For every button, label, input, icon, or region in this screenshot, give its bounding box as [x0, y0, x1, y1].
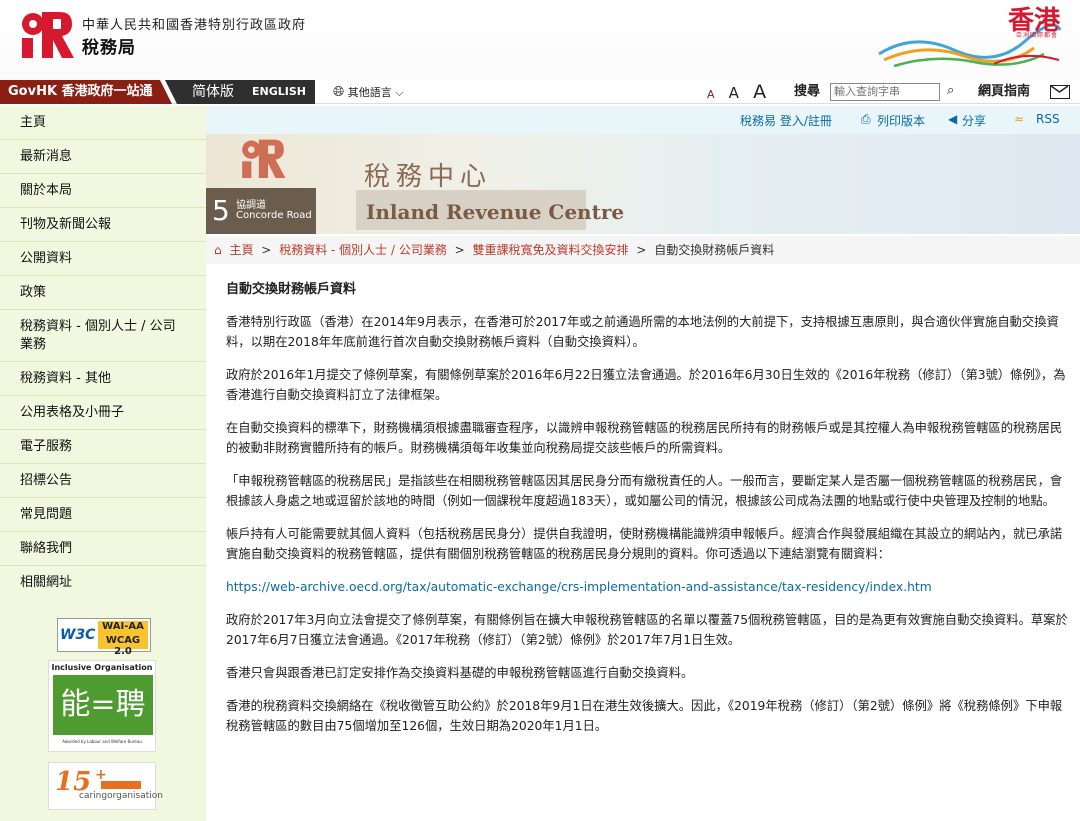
sidebar-item-e-services[interactable]: 電子服務	[0, 430, 206, 464]
site-header: 中華人民共和國香港特別行政區政府 稅務局 香港 亞洲國際都會	[0, 0, 1080, 80]
other-languages-label: 其他語言	[347, 86, 392, 99]
etax-login-link[interactable]: 稅務易 登入/註冊	[740, 112, 832, 129]
govhk-link[interactable]: GovHK 香港政府一站通	[0, 80, 172, 104]
breadcrumb-separator: >	[261, 243, 272, 257]
breadcrumb-separator: >	[454, 243, 465, 257]
home-icon[interactable]: ⌂	[214, 243, 222, 257]
chevron-down-icon: ⌵	[395, 86, 404, 99]
search-icon[interactable]: ⌕	[947, 83, 954, 98]
caring-organisation-badge[interactable]: 15 + caringorganisation	[48, 762, 163, 810]
search-input[interactable]	[830, 83, 940, 101]
sidebar-item-faq[interactable]: 常見問題	[0, 498, 206, 532]
paragraph: 香港只會與跟香港已訂定安排作為交換資料基礎的申報稅務管轄區進行自動交換資料。	[226, 666, 694, 680]
inclusive-artwork: 能=聘	[53, 675, 153, 735]
sidebar-item-tax-other[interactable]: 稅務資料 - 其他	[0, 362, 206, 396]
sidebar-item-tenders[interactable]: 招標公告	[0, 464, 206, 498]
caring-ribbon	[101, 781, 141, 789]
org-name-line1: 中華人民共和國香港特別行政區政府	[82, 18, 307, 33]
page-banner: 稅務中心 Inland Revenue Centre 5 協調道 Concord…	[206, 134, 1080, 234]
sidebar-navigation: 主頁 最新消息 關於本局 刊物及新聞公報 公開資料 政策 稅務資料 - 個別人士…	[0, 106, 206, 821]
simplified-chinese-link[interactable]: 简体版	[192, 80, 234, 104]
w3c-logo: W3C	[60, 627, 96, 643]
inclusive-organisation-badge[interactable]: Inclusive Organisation 能=聘 Awarded by La…	[48, 660, 156, 752]
print-version-link[interactable]: 列印版本	[877, 112, 925, 129]
sidebar-item-contact[interactable]: 聯絡我們	[0, 532, 206, 566]
inclusive-footnote: Awarded by Labour and Welfare Bureau	[62, 739, 142, 744]
sidebar-item-policy[interactable]: 政策	[0, 276, 206, 310]
main-content: 自動交換財務帳戶資料 香港特別行政區（香港）在2014年9月表示，在香港可於20…	[226, 272, 1074, 749]
paragraph: 香港的稅務資料交換網絡在《稅收徵管互助公約》於2018年9月1日在港生效後擴大。…	[226, 699, 1063, 733]
print-icon[interactable]: ⎙︎	[861, 112, 871, 127]
sidebar-item-tax-individual-business[interactable]: 稅務資料 - 個別人士 / 公司業務	[0, 310, 206, 362]
sidebar-item-about[interactable]: 關於本局	[0, 174, 206, 208]
oecd-tax-residency-link[interactable]: https://web-archive.oecd.org/tax/automat…	[226, 577, 1074, 597]
other-languages-dropdown[interactable]: 🌐︎ 其他語言 ⌵	[333, 80, 404, 105]
english-link[interactable]: ENGLISH	[252, 80, 306, 104]
page-title: 自動交換財務帳戶資料	[226, 282, 357, 297]
top-navigation-bar: GovHK 香港政府一站通 简体版 ENGLISH 🌐︎ 其他語言 ⌵ A A …	[0, 80, 1080, 104]
font-size-controls: A A A	[707, 80, 776, 107]
share-icon[interactable]: ◀︎	[948, 112, 957, 126]
sidebar-item-publications[interactable]: 刊物及新聞公報	[0, 208, 206, 242]
sidebar-item-home[interactable]: 主頁	[0, 106, 206, 140]
banner-ir-logo	[242, 139, 286, 178]
breadcrumb: ⌂ 主頁 > 稅務資料 - 個別人士 / 公司業務 > 雙重課稅寬免及資料交換安…	[206, 236, 1080, 264]
sidebar-item-related-links[interactable]: 相關網址	[0, 566, 206, 600]
sidebar-item-open-data[interactable]: 公開資料	[0, 242, 206, 276]
site-guide-link[interactable]: 網頁指南	[978, 80, 1030, 104]
sidebar-item-news[interactable]: 最新消息	[0, 140, 206, 174]
font-size-large-button[interactable]: A	[753, 81, 766, 103]
font-size-medium-button[interactable]: A	[729, 84, 739, 102]
search-label: 搜尋	[794, 84, 821, 99]
caring-organisation-text: caringorganisation	[79, 791, 164, 801]
wcag-badge[interactable]: W3C WAI-AA WCAG 2.0	[57, 618, 151, 657]
banner-road-english: Concorde Road	[236, 210, 312, 221]
rss-link[interactable]: RSS	[1036, 112, 1060, 126]
breadcrumb-double-taxation[interactable]: 雙重課稅寬免及資料交換安排	[473, 243, 629, 257]
banner-road-chinese: 協調道	[236, 200, 266, 211]
sidebar-item-forms[interactable]: 公用表格及小冊子	[0, 396, 206, 430]
wcag-level-label: WAI-AA	[98, 621, 148, 635]
breadcrumb-tax-info[interactable]: 稅務資料 - 個別人士 / 公司業務	[279, 243, 447, 257]
utility-toolbar: 稅務易 登入/註冊 ⎙︎ 列印版本 ◀︎ 分享 ≈ RSS	[206, 106, 1080, 134]
paragraph: 政府於2016年1月提交了條例草案，有關條例草案於2016年6月22日獲立法會通…	[226, 368, 1066, 402]
paragraph: 帳戶持有人可能需要就其個人資料（包括稅務居民身分）提供自我證明，使財務機構能識辨…	[226, 527, 1063, 561]
ird-logo[interactable]	[20, 10, 74, 58]
mail-icon[interactable]	[1050, 85, 1070, 99]
paragraph: 「申報稅務管轄區的稅務居民」是指該些在相關稅務管轄區因其居民身分而有繳稅責任的人…	[226, 474, 1063, 508]
rss-icon[interactable]: ≈	[1014, 112, 1024, 126]
paragraph: 政府於2017年3月向立法會提交了條例草案，有關條例旨在擴大申報稅務管轄區的名單…	[226, 613, 1068, 647]
font-size-small-button[interactable]: A	[707, 88, 715, 101]
paragraph: 香港特別行政區（香港）在2014年9月表示，在香港可於2017年或之前通過所需的…	[226, 315, 1059, 349]
globe-icon: 🌐︎	[333, 84, 345, 100]
banner-centre-chinese: 稅務中心	[364, 162, 493, 192]
share-link[interactable]: 分享	[962, 112, 986, 129]
banner-road-number: 5	[212, 194, 230, 227]
breadcrumb-current: 自動交換財務帳戶資料	[654, 243, 775, 257]
brand-hk-subtitle: 亞洲國際都會	[1015, 32, 1058, 39]
org-name-line2: 稅務局	[82, 38, 136, 58]
inclusive-art-text: 能=聘	[60, 687, 146, 722]
breadcrumb-home[interactable]: 主頁	[229, 243, 253, 257]
inclusive-title: Inclusive Organisation	[51, 663, 153, 672]
breadcrumb-separator: >	[636, 243, 647, 257]
wcag-version-label: WCAG 2.0	[98, 635, 148, 657]
banner-centre-english: Inland Revenue Centre	[366, 200, 625, 224]
paragraph: 在自動交換資料的標準下，財務機構須根據盡職審查程序，以識辨申報稅務管轄區的稅務居…	[226, 421, 1063, 455]
